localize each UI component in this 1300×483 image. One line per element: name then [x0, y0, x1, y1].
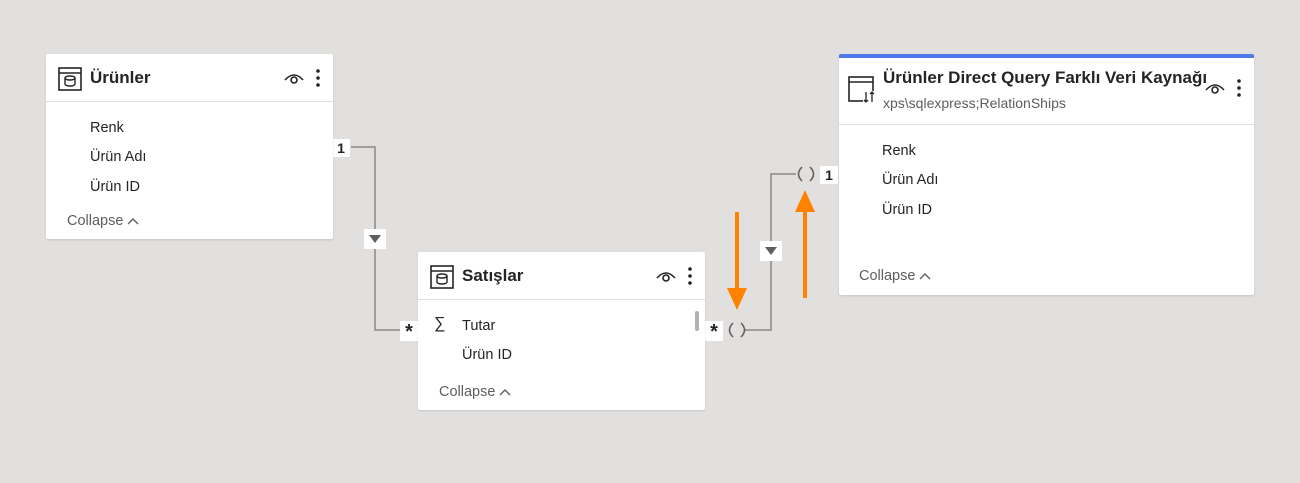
chevron-up-icon [499, 384, 511, 400]
relationship-satislar-urunlerdq[interactable] [728, 166, 815, 338]
annotation-arrow-up [795, 190, 815, 298]
chevron-up-icon [127, 213, 139, 229]
more-options-icon[interactable] [686, 266, 694, 291]
table-subtitle: xps\sqlexpress;RelationShips [883, 95, 1066, 111]
collapse-label: Collapse [439, 384, 496, 400]
directquery-table-icon [848, 76, 876, 109]
chevron-up-icon [919, 268, 931, 284]
field-item[interactable]: Ürün Adı [882, 172, 938, 188]
field-item[interactable]: Ürün Adı [90, 149, 146, 165]
table-card-urunler-directquery[interactable]: Ürünler Direct Query Farklı Veri Kaynağı… [839, 54, 1254, 295]
collapse-label: Collapse [859, 268, 916, 284]
eye-icon[interactable] [656, 268, 676, 289]
annotation-arrow-down [727, 212, 747, 310]
eye-icon[interactable] [1205, 80, 1225, 101]
limited-relationship-icon [728, 322, 746, 338]
eye-icon[interactable] [284, 70, 304, 91]
collapse-button[interactable]: Collapse [439, 384, 511, 400]
collapse-button[interactable]: Collapse [67, 213, 139, 229]
collapse-label: Collapse [67, 213, 124, 229]
field-item[interactable]: Renk [882, 143, 916, 159]
field-item[interactable]: Ürün ID [90, 179, 140, 195]
table-card-urunler[interactable]: Ürünler Renk Ürün Adı Ürün ID Collapse [46, 54, 333, 239]
filter-direction-icon [760, 241, 782, 261]
more-options-icon[interactable] [314, 68, 322, 93]
table-title: Satışlar [462, 266, 524, 285]
relationship-urunler-satislar[interactable] [351, 146, 400, 331]
table-icon [430, 265, 454, 294]
table-icon [58, 67, 82, 96]
field-item[interactable]: Renk [90, 120, 124, 136]
model-diagram-canvas[interactable]: 1 * * 1 Ürünler Renk Ürün Adı Ürün ID Co… [0, 0, 1300, 483]
limited-relationship-icon [797, 166, 815, 182]
field-item[interactable]: Ürün ID [462, 347, 512, 363]
more-options-icon[interactable] [1235, 78, 1243, 103]
table-card-header[interactable]: Ürünler [46, 54, 333, 102]
field-item[interactable]: Tutar [462, 318, 495, 334]
filter-direction-icon [364, 229, 386, 249]
field-item[interactable]: Ürün ID [882, 202, 932, 218]
table-card-satislar[interactable]: Satışlar ∑ Tutar Ürün ID Collapse [418, 252, 705, 410]
table-card-header[interactable]: Ürünler Direct Query Farklı Veri Kaynağı… [839, 54, 1254, 125]
cardinality-label: 1 [332, 139, 350, 157]
table-title: Ürünler Direct Query Farklı Veri Kaynağı [883, 68, 1208, 87]
table-card-header[interactable]: Satışlar [418, 252, 705, 300]
cardinality-label: * [400, 321, 418, 343]
sigma-icon: ∑ [434, 315, 446, 332]
cardinality-label: 1 [820, 166, 838, 184]
scrollbar-thumb[interactable] [695, 311, 699, 331]
table-title: Ürünler [90, 68, 151, 87]
collapse-button[interactable]: Collapse [859, 268, 931, 284]
cardinality-label: * [705, 321, 723, 343]
